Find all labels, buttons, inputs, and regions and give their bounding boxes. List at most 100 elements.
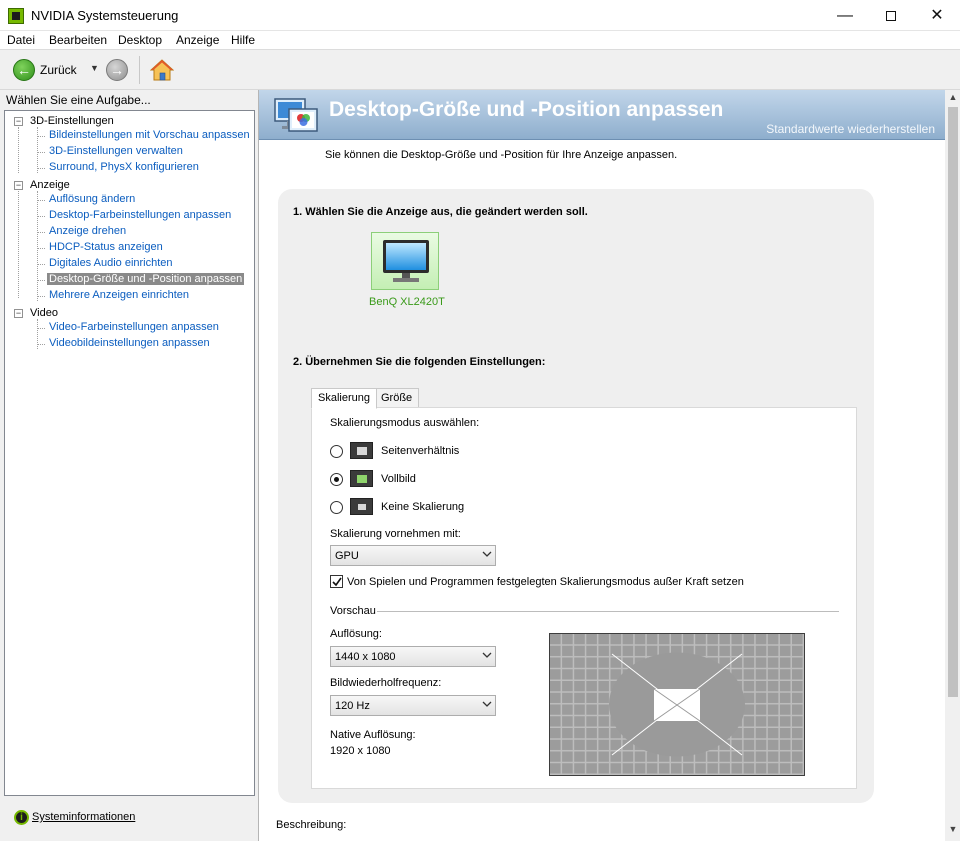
tree-group-label[interactable]: 3D-Einstellungen — [30, 115, 114, 127]
tree-link-farbeinstellungen[interactable]: Desktop-Farbeinstellungen anpassen — [47, 209, 233, 221]
select-value: 120 Hz — [335, 700, 370, 712]
preview-group-label: Vorschau — [330, 605, 376, 617]
chevron-down-icon — [482, 551, 492, 557]
preview-group-line — [377, 611, 839, 612]
tree-line — [37, 344, 45, 345]
tree-link-surround-physx[interactable]: Surround, PhysX konfigurieren — [47, 161, 201, 173]
tree-line — [37, 248, 45, 249]
tree-line — [37, 296, 45, 297]
display-settings-icon — [274, 98, 318, 132]
refresh-select[interactable]: 120 Hz — [330, 695, 496, 716]
fullscreen-icon — [350, 470, 373, 487]
checkmark-icon — [332, 577, 342, 587]
tab-skalierung[interactable]: Skalierung — [311, 388, 377, 409]
override-label[interactable]: Von Spielen und Programmen festgelegten … — [347, 576, 744, 588]
menu-anzeige[interactable]: Anzeige — [176, 33, 219, 47]
menu-bearbeiten[interactable]: Bearbeiten — [49, 33, 107, 47]
override-checkbox[interactable] — [330, 575, 343, 588]
resolution-select[interactable]: 1440 x 1080 — [330, 646, 496, 667]
no-scaling-icon — [350, 498, 373, 515]
task-header: Wählen Sie eine Aufgabe... — [6, 93, 151, 107]
collapse-icon[interactable]: − — [14, 117, 23, 126]
tree-line — [37, 216, 45, 217]
tree-link-mehrere-anzeigen[interactable]: Mehrere Anzeigen einrichten — [47, 289, 191, 301]
tree-line — [37, 152, 45, 153]
scroll-thumb[interactable] — [948, 107, 958, 697]
maximize-icon — [886, 10, 896, 21]
tree-line — [37, 200, 45, 201]
tree-line — [37, 127, 38, 173]
refresh-label: Bildwiederholfrequenz: — [330, 677, 442, 689]
chevron-down-icon — [482, 652, 492, 658]
tree-link-3d-verwalten[interactable]: 3D-Einstellungen verwalten — [47, 145, 185, 157]
menu-hilfe[interactable]: Hilfe — [231, 33, 255, 47]
test-pattern-graphic — [550, 634, 804, 775]
tree-link-videobildeinstellungen[interactable]: Videobildeinstellungen anpassen — [47, 337, 212, 349]
monitor-icon — [383, 240, 429, 282]
native-resolution-value: 1920 x 1080 — [330, 745, 391, 757]
option-label-seitenverhaeltnis[interactable]: Seitenverhältnis — [381, 445, 459, 457]
tab-groesse[interactable]: Größe — [374, 388, 420, 408]
system-info-label[interactable]: Systeminformationen — [32, 811, 135, 823]
native-resolution-label: Native Auflösung: — [330, 729, 416, 741]
window-title: NVIDIA Systemsteuerung — [31, 8, 179, 23]
tree-line — [37, 168, 45, 169]
tree-line — [18, 188, 19, 298]
tree-link-hdcp-status[interactable]: HDCP-Status anzeigen — [47, 241, 165, 253]
nvidia-app-icon — [8, 8, 24, 24]
restore-defaults-link[interactable]: Standardwerte wiederherstellen — [766, 122, 935, 136]
radio-vollbild[interactable] — [330, 473, 343, 486]
tree-line — [37, 264, 45, 265]
menu-desktop[interactable]: Desktop — [118, 33, 162, 47]
close-button[interactable]: ✕ — [914, 0, 960, 31]
tree-group-label[interactable]: Anzeige — [30, 179, 70, 191]
option-label-vollbild[interactable]: Vollbild — [381, 473, 416, 485]
display-tile-benq[interactable] — [371, 232, 439, 290]
resolution-label: Auflösung: — [330, 628, 382, 640]
perform-on-label: Skalierung vornehmen mit: — [330, 528, 461, 540]
radio-keine-skalierung[interactable] — [330, 501, 343, 514]
description-label: Beschreibung: — [276, 819, 347, 831]
info-icon: i — [14, 810, 29, 825]
scaling-preview — [549, 633, 805, 776]
select-value: GPU — [335, 550, 359, 562]
tree-link-aufloesung[interactable]: Auflösung ändern — [47, 193, 137, 205]
back-button[interactable]: ← — [13, 59, 35, 81]
perform-on-select[interactable]: GPU — [330, 545, 496, 566]
tree-link-digitales-audio[interactable]: Digitales Audio einrichten — [47, 257, 175, 269]
maximize-button[interactable] — [868, 0, 914, 31]
vertical-scrollbar[interactable]: ▲ ▼ — [945, 90, 960, 841]
tree-line — [37, 191, 38, 301]
scroll-up-icon[interactable]: ▲ — [945, 92, 960, 106]
content-panel: Desktop-Größe und -Position anpassen Sta… — [258, 90, 960, 841]
back-label[interactable]: Zurück — [40, 63, 77, 77]
scaling-mode-label: Skalierungsmodus auswählen: — [330, 417, 480, 429]
history-dropdown-icon[interactable]: ▼ — [90, 63, 99, 73]
scaling-tab-panel: Skalierungsmodus auswählen: Seitenverhäl… — [311, 407, 857, 789]
page-title: Desktop-Größe und -Position anpassen — [329, 98, 724, 121]
forward-arrow-icon: → — [110, 62, 124, 78]
tree-link-desktop-groesse[interactable]: Desktop-Größe und -Position anpassen — [47, 273, 245, 285]
settings-card: 1. Wählen Sie die Anzeige aus, die geänd… — [278, 189, 874, 803]
step-2-heading: 2. Übernehmen Sie die folgenden Einstell… — [293, 356, 546, 368]
radio-seitenverhaeltnis[interactable] — [330, 445, 343, 458]
menu-bar: Datei Bearbeiten Desktop Anzeige Hilfe — [0, 31, 960, 50]
tree-link-bildeinstellungen[interactable]: Bildeinstellungen mit Vorschau anpassen — [47, 129, 252, 141]
home-icon[interactable] — [150, 58, 174, 82]
tree-group-label[interactable]: Video — [30, 307, 58, 319]
minimize-button[interactable]: — — [822, 0, 868, 31]
step-1-heading: 1. Wählen Sie die Anzeige aus, die geänd… — [293, 206, 588, 218]
tree-line — [37, 232, 45, 233]
scroll-down-icon[interactable]: ▼ — [945, 824, 960, 838]
menu-datei[interactable]: Datei — [7, 33, 35, 47]
tree-line — [37, 136, 45, 137]
forward-button[interactable]: → — [106, 59, 128, 81]
option-label-keine-skalierung[interactable]: Keine Skalierung — [381, 501, 464, 513]
display-name[interactable]: BenQ XL2420T — [369, 296, 445, 308]
collapse-icon[interactable]: − — [14, 309, 23, 318]
tree-link-video-farbeinstellungen[interactable]: Video-Farbeinstellungen anpassen — [47, 321, 221, 333]
collapse-icon[interactable]: − — [14, 181, 23, 190]
tree-link-anzeige-drehen[interactable]: Anzeige drehen — [47, 225, 128, 237]
tree-line — [37, 328, 45, 329]
select-value: 1440 x 1080 — [335, 651, 396, 663]
